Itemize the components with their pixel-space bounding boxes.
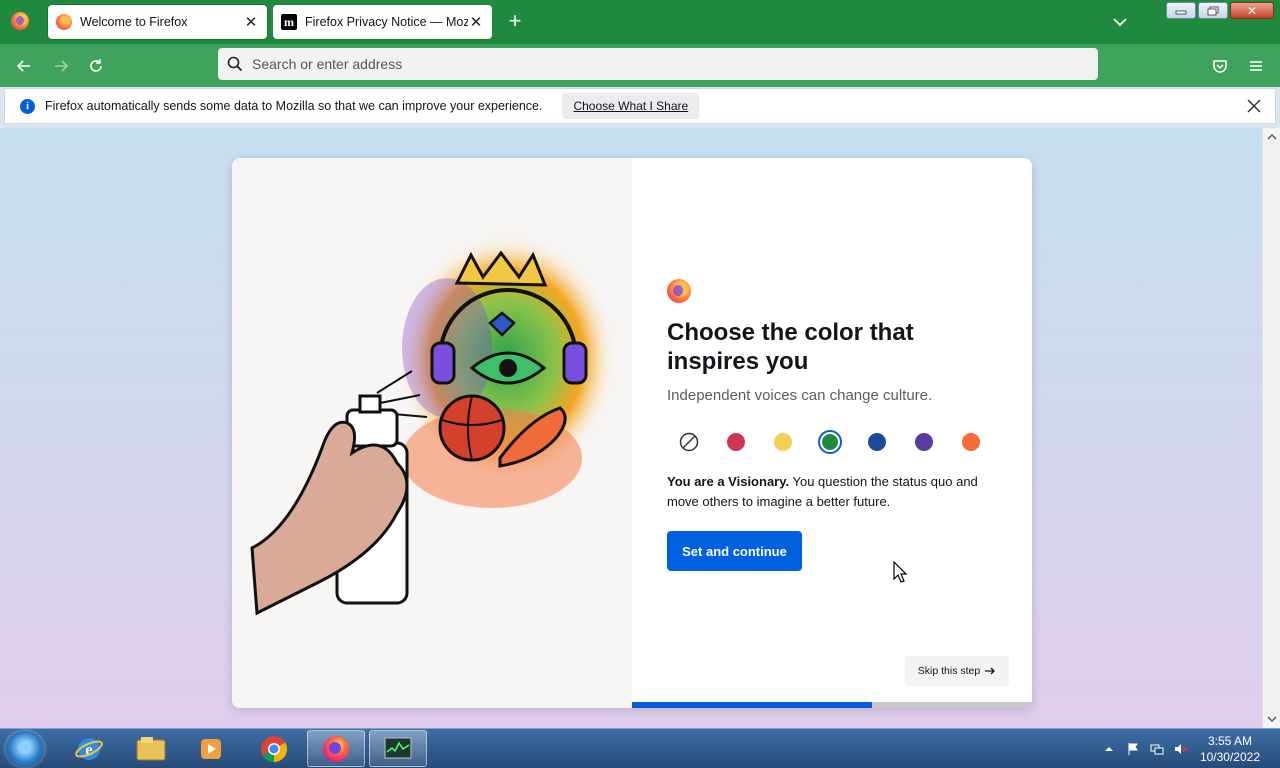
color-swatch-purple[interactable] — [912, 430, 936, 454]
scroll-down-icon[interactable] — [1267, 714, 1277, 724]
color-swatch-green[interactable] — [818, 430, 842, 454]
media-player-icon — [201, 738, 221, 759]
restore-button[interactable] — [1198, 2, 1228, 19]
illustration-panel — [232, 158, 632, 708]
vertical-scrollbar[interactable] — [1262, 128, 1280, 728]
task-manager-icon — [384, 737, 412, 758]
tab-welcome[interactable]: Welcome to Firefox ✕ — [48, 5, 267, 39]
internet-explorer-icon: e — [75, 737, 103, 760]
firefox-icon — [323, 735, 349, 762]
taskbar-internet-explorer[interactable]: e — [60, 730, 118, 767]
color-swatch-yellow[interactable] — [771, 430, 795, 454]
color-swatch-orange[interactable] — [959, 430, 983, 454]
window-controls: ✕ — [1166, 2, 1274, 19]
onboarding-progress-bar — [632, 702, 1032, 708]
start-button[interactable] — [6, 731, 44, 767]
progress-fill — [632, 702, 872, 708]
swatch-dot — [962, 433, 980, 451]
reload-icon — [90, 59, 102, 72]
address-bar[interactable] — [218, 48, 1098, 80]
color-swatch-none[interactable] — [677, 430, 701, 454]
taskbar-file-explorer[interactable] — [122, 730, 180, 767]
windows-taskbar: e 3:55 AM 10/30/2022 — [0, 728, 1280, 768]
data-collection-notification: i Firefox automatically sends some data … — [4, 88, 1276, 124]
page-subtitle: Independent voices can change culture. — [667, 387, 933, 404]
system-clock[interactable]: 3:55 AM 10/30/2022 — [1200, 733, 1260, 765]
chevron-down-icon[interactable] — [1110, 12, 1130, 32]
swatch-dot — [727, 433, 745, 451]
mouse-cursor-icon — [893, 561, 907, 583]
app-menu-button[interactable] — [1243, 53, 1269, 79]
firefox-logo-icon — [667, 279, 691, 303]
minimize-button[interactable] — [1166, 2, 1196, 19]
color-swatch-red[interactable] — [724, 430, 748, 454]
reload-button[interactable] — [83, 53, 109, 79]
flag-icon[interactable] — [1126, 742, 1140, 756]
description-bold: You are a Visionary. — [667, 474, 790, 489]
address-input[interactable] — [252, 56, 1098, 72]
navigation-toolbar — [0, 44, 1280, 87]
color-picker-panel: Choose the color that inspires you Indep… — [632, 158, 1032, 708]
page-content: Choose the color that inspires you Indep… — [0, 128, 1262, 728]
color-swatches — [677, 430, 980, 454]
taskbar-task-manager[interactable] — [369, 730, 427, 767]
volume-muted-icon[interactable] — [1174, 742, 1188, 756]
spray-paint-illustration — [250, 233, 617, 616]
color-description: You are a Visionary. You question the st… — [667, 472, 997, 512]
file-explorer-icon — [136, 736, 166, 760]
page-title: Choose the color that inspires you — [667, 319, 914, 375]
firefox-logo-icon[interactable] — [11, 12, 29, 30]
new-tab-button[interactable]: + — [503, 10, 527, 34]
hamburger-menu-icon — [1250, 61, 1262, 71]
tab-title: Firefox Privacy Notice — Mozilla — [305, 15, 468, 29]
chrome-icon — [261, 735, 288, 762]
close-window-button[interactable]: ✕ — [1230, 2, 1274, 19]
taskbar-chrome[interactable] — [245, 730, 303, 767]
clock-time: 3:55 AM — [1207, 734, 1252, 748]
back-arrow-icon — [16, 60, 30, 72]
clock-date: 10/30/2022 — [1199, 750, 1260, 764]
notification-message: Firefox automatically sends some data to… — [45, 99, 543, 113]
search-icon — [227, 56, 243, 72]
swatch-dot — [822, 434, 838, 450]
taskbar-media-player[interactable] — [182, 730, 240, 767]
tab-title: Welcome to Firefox — [80, 15, 188, 29]
pocket-icon — [1213, 60, 1227, 73]
tab-strip: Welcome to Firefox ✕ m Firefox Privacy N… — [0, 0, 1280, 44]
forward-button[interactable] — [48, 53, 74, 79]
taskbar-firefox[interactable] — [307, 730, 365, 767]
show-hidden-icons-icon[interactable] — [1102, 742, 1116, 756]
skip-label: Skip this step — [917, 665, 981, 677]
swatch-dot — [915, 433, 933, 451]
swatch-dot — [868, 433, 886, 451]
info-icon: i — [20, 98, 35, 114]
back-button[interactable] — [11, 53, 37, 79]
color-swatch-blue[interactable] — [865, 430, 889, 454]
arrow-right-icon — [985, 667, 996, 675]
close-icon[interactable]: ✕ — [468, 14, 484, 31]
tab-privacy-notice[interactable]: m Firefox Privacy Notice — Mozilla ✕ — [273, 5, 492, 39]
choose-what-i-share-button[interactable]: Choose What I Share — [562, 93, 700, 119]
close-icon[interactable] — [1245, 97, 1263, 115]
mozilla-icon: m — [281, 14, 297, 30]
pocket-button[interactable] — [1207, 53, 1233, 79]
forward-arrow-icon — [55, 60, 69, 72]
onboarding-card: Choose the color that inspires you Indep… — [232, 158, 1032, 708]
system-tray: 3:55 AM 10/30/2022 — [1092, 729, 1280, 768]
firefox-icon — [56, 14, 72, 30]
set-and-continue-button[interactable]: Set and continue — [667, 531, 802, 571]
skip-this-step-button[interactable]: Skip this step — [905, 656, 1009, 686]
no-color-icon — [679, 432, 699, 452]
scroll-up-icon[interactable] — [1267, 132, 1277, 142]
swatch-dot — [774, 433, 792, 451]
close-icon[interactable]: ✕ — [243, 14, 259, 31]
network-icon[interactable] — [1150, 742, 1164, 756]
